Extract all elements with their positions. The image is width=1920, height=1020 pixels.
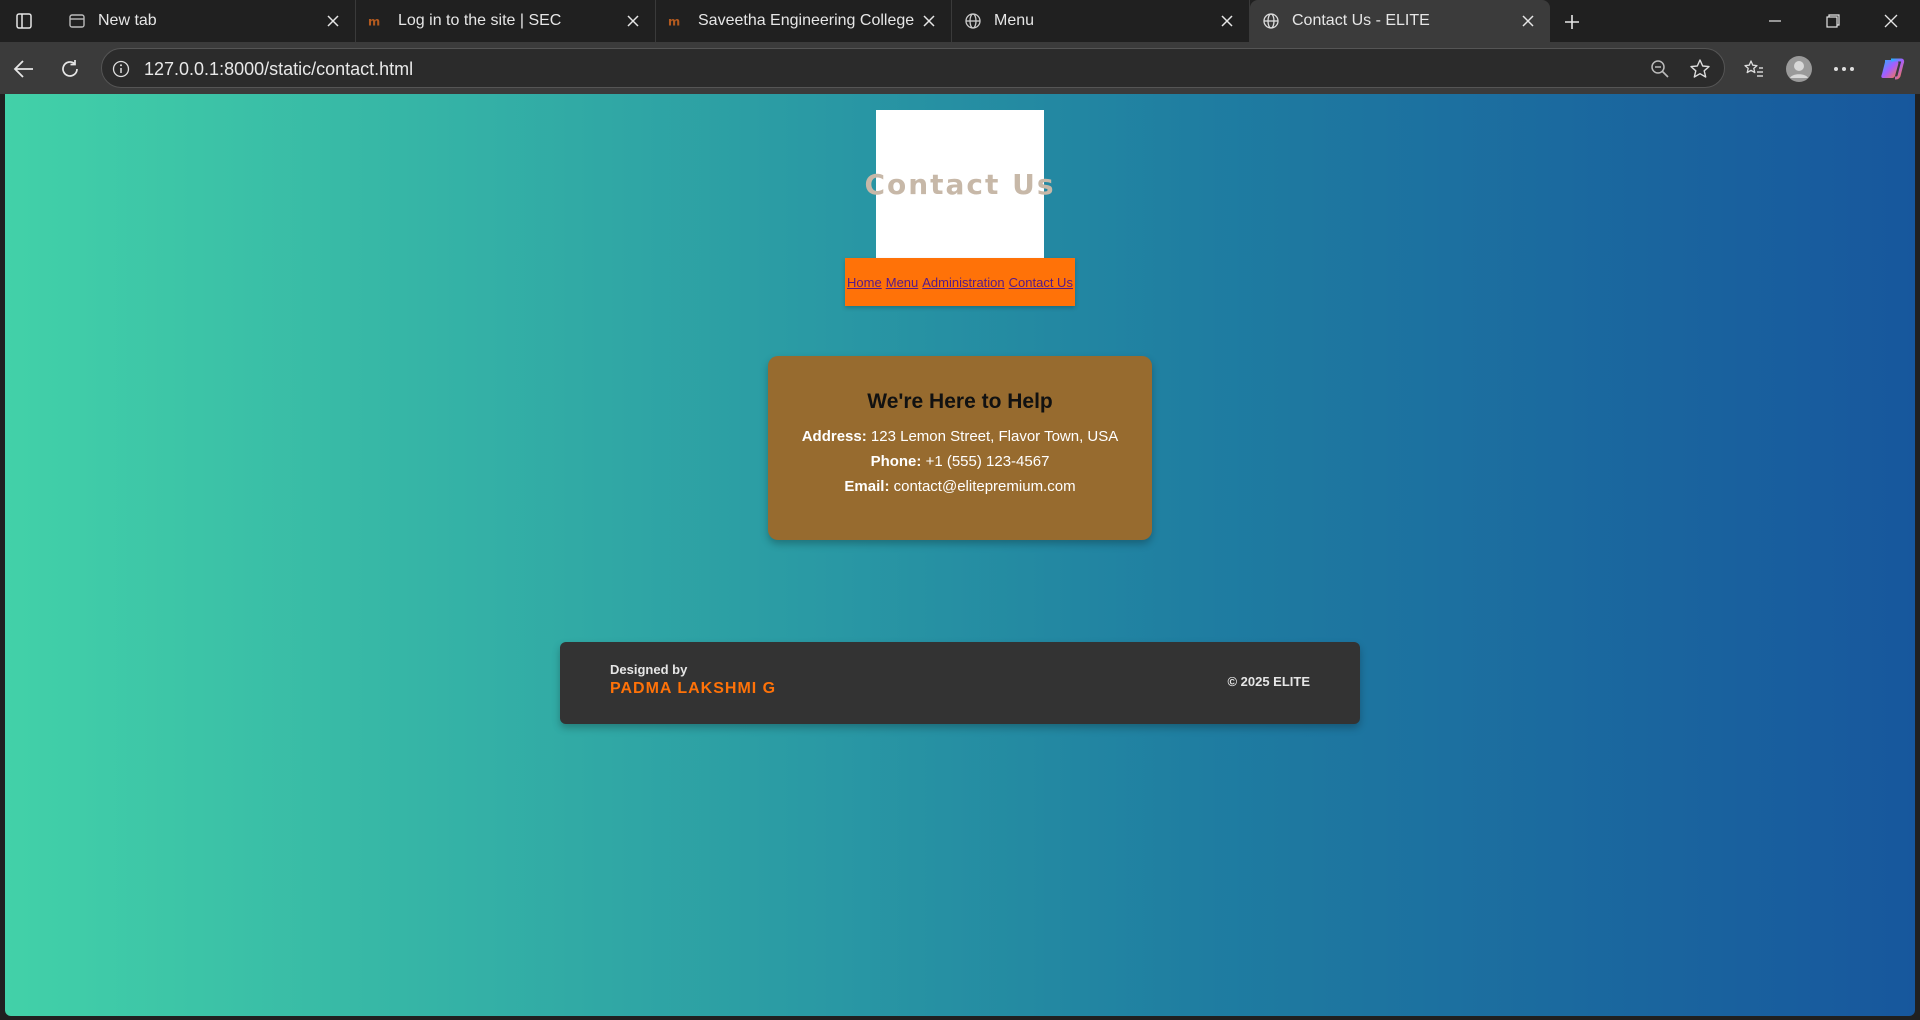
tab-title: New tab <box>98 12 157 29</box>
globe-icon <box>964 12 982 30</box>
address-label: Address: <box>801 428 867 445</box>
tab-actions-icon[interactable] <box>6 6 42 36</box>
logo-text: Contact Us <box>864 167 1056 201</box>
tab-contact-us[interactable]: Contact Us - ELITE <box>1250 0 1550 42</box>
card-heading: We're Here to Help <box>867 390 1053 413</box>
tab-title: Menu <box>994 12 1035 29</box>
back-arrow-icon[interactable] <box>6 52 42 86</box>
address-line: Address: 123 Lemon Street, Flavor Town, … <box>768 428 1152 445</box>
tab-new-tab[interactable]: New tab <box>56 0 356 42</box>
designer-name: PADMA LAKSHMI G <box>610 680 777 697</box>
email-label: Email: <box>844 478 890 495</box>
email-value: contact@elitepremium.com <box>893 478 1076 495</box>
zoom-out-icon[interactable] <box>1646 55 1674 83</box>
designed-by-label: Designed by <box>610 662 688 677</box>
email-line: Email: contact@elitepremium.com <box>768 478 1152 495</box>
tab-title: Contact Us - ELITE <box>1292 12 1430 29</box>
newtab-page-icon <box>68 12 86 30</box>
copilot-icon[interactable] <box>1874 52 1910 86</box>
phone-value: +1 (555) 123-4567 <box>925 453 1050 470</box>
minimize-icon[interactable] <box>1746 0 1804 42</box>
header-logo-box: Contact Us <box>864 110 1054 258</box>
address-value: 123 Lemon Street, Flavor Town, USA <box>870 428 1119 445</box>
tab-title: Log in to the site | SEC <box>398 12 562 29</box>
moodle-icon: m <box>368 12 386 30</box>
nav-link-administration[interactable]: Administration <box>922 275 1004 290</box>
close-icon[interactable] <box>1514 7 1542 35</box>
contact-card: We're Here to Help Address: 123 Lemon St… <box>768 356 1152 540</box>
phone-label: Phone: <box>870 453 922 470</box>
window-close-icon[interactable] <box>1862 0 1920 42</box>
tab-title: Saveetha Engineering College: Lo <box>698 12 915 29</box>
nav-link-menu[interactable]: Menu <box>886 275 919 290</box>
more-menu-icon[interactable] <box>1826 52 1862 86</box>
close-icon[interactable] <box>619 7 647 35</box>
page-viewport: Contact Us Home Menu Administration Cont… <box>5 94 1915 1016</box>
restore-icon[interactable] <box>1804 0 1862 42</box>
info-icon[interactable] <box>110 58 132 80</box>
main-nav: Home Menu Administration Contact Us <box>845 258 1075 306</box>
nav-link-contact[interactable]: Contact Us <box>1009 275 1073 290</box>
page-footer: Designed by PADMA LAKSHMI G © 2025 ELITE <box>560 642 1360 724</box>
tab-menu[interactable]: Menu <box>952 0 1250 42</box>
url-text[interactable]: 127.0.0.1:8000/static/contact.html <box>144 59 413 80</box>
svg-text:m: m <box>368 15 380 29</box>
phone-line: Phone: +1 (555) 123-4567 <box>768 453 1152 470</box>
close-icon[interactable] <box>319 7 347 35</box>
refresh-icon[interactable] <box>52 52 88 86</box>
moodle-icon: m <box>668 12 686 30</box>
copyright-text: © 2025 ELITE <box>1227 674 1310 689</box>
favorites-list-icon[interactable] <box>1736 52 1772 86</box>
new-tab-button[interactable] <box>1556 6 1588 38</box>
tab-strip: New tab m Log in to the site | SEC m Sav… <box>0 0 1920 42</box>
favorite-star-icon[interactable] <box>1686 55 1714 83</box>
globe-icon <box>1262 12 1280 30</box>
profile-avatar-icon[interactable] <box>1781 52 1817 86</box>
address-bar[interactable]: 127.0.0.1:8000/static/contact.html <box>101 48 1725 88</box>
tab-login-sec[interactable]: m Log in to the site | SEC <box>356 0 656 42</box>
tab-saveetha[interactable]: m Saveetha Engineering College: Lo <box>656 0 952 42</box>
nav-link-home[interactable]: Home <box>847 275 882 290</box>
svg-text:m: m <box>668 15 680 29</box>
close-icon[interactable] <box>915 7 943 35</box>
browser-toolbar: 127.0.0.1:8000/static/contact.html <box>0 42 1920 94</box>
close-icon[interactable] <box>1213 7 1241 35</box>
